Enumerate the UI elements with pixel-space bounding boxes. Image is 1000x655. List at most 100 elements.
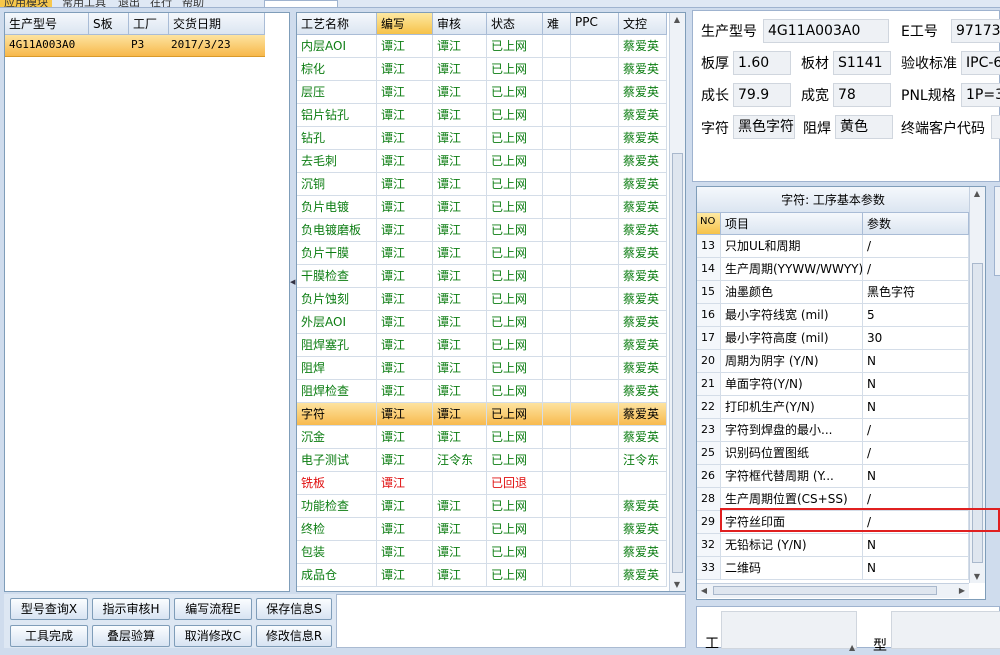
table-row[interactable]: 13 只加UL和周期 /: [697, 235, 969, 258]
pnl-field[interactable]: 1P=3: [961, 83, 1000, 107]
menu-help[interactable]: 帮助: [182, 0, 204, 7]
scroll-left-icon[interactable]: ◀: [697, 586, 711, 595]
char-field[interactable]: 黑色字符: [733, 115, 795, 139]
table-row[interactable]: 成品仓 谭江 谭江 已上网 蔡爱英: [297, 564, 667, 587]
menu-app-modules[interactable]: 应用模块: [0, 0, 52, 7]
highlight-box: [720, 508, 1000, 532]
col-ppc[interactable]: PPC: [571, 13, 619, 35]
scroll-down-icon[interactable]: ▼: [670, 580, 684, 589]
table-row[interactable]: 32 无铅标记 (Y/N) N: [697, 534, 969, 557]
table-row[interactable]: 终检 谭江 谭江 已上网 蔡爱英: [297, 518, 667, 541]
cell-diff: [543, 81, 571, 104]
col-difficulty[interactable]: 难: [543, 13, 571, 35]
table-row[interactable]: 沉铜 谭江 谭江 已上网 蔡爱英: [297, 173, 667, 196]
bottom-scroll-icon[interactable]: ▲: [849, 643, 859, 652]
menu-exit[interactable]: 退出: [118, 0, 140, 7]
col-item[interactable]: 项目: [721, 213, 863, 235]
table-row[interactable]: 17 最小字符高度 (mil) 30: [697, 327, 969, 350]
col-status[interactable]: 状态: [487, 13, 543, 35]
cell-ppc: [571, 81, 619, 104]
col-no[interactable]: NO: [697, 213, 721, 235]
table-row[interactable]: 负电镀磨板 谭江 谭江 已上网 蔡爱英: [297, 219, 667, 242]
table-row[interactable]: 25 识别码位置图纸 /: [697, 442, 969, 465]
cell-reviewer: 谭江: [433, 196, 487, 219]
table-row[interactable]: 阻焊 谭江 谭江 已上网 蔡爱英: [297, 357, 667, 380]
table-row[interactable]: 外层AOI 谭江 谭江 已上网 蔡爱英: [297, 311, 667, 334]
table-row[interactable]: 棕化 谭江 谭江 已上网 蔡爱英: [297, 58, 667, 81]
cell-doc: 蔡爱英: [619, 564, 667, 587]
table-row[interactable]: 14 生产周期(YYWW/WWYY) /: [697, 258, 969, 281]
col-delivery-date[interactable]: 交货日期: [169, 13, 265, 35]
eno-field[interactable]: 971739: [951, 19, 1000, 43]
col-s-board[interactable]: S板: [89, 13, 129, 35]
table-row[interactable]: 22 打印机生产(Y/N) N: [697, 396, 969, 419]
stack-check-button[interactable]: 叠层验算: [92, 625, 170, 647]
table-row[interactable]: 26 字符框代替周期 (Y... N: [697, 465, 969, 488]
cancel-edit-button[interactable]: 取消修改C: [174, 625, 252, 647]
table-row[interactable]: 电子测试 谭江 汪令东 已上网 汪令东: [297, 449, 667, 472]
edit-info-button[interactable]: 修改信息R: [256, 625, 332, 647]
table-row[interactable]: 23 字符到焊盘的最小... /: [697, 419, 969, 442]
table-row[interactable]: 4G11A003A0 P3 2017/3/23: [5, 35, 265, 57]
scroll-right-icon[interactable]: ▶: [955, 586, 969, 595]
table-row[interactable]: 内层AOI 谭江 谭江 已上网 蔡爱英: [297, 35, 667, 58]
params-hscroll-thumb[interactable]: [713, 586, 937, 595]
table-row[interactable]: 阻焊检查 谭江 谭江 已上网 蔡爱英: [297, 380, 667, 403]
process-scrollbar[interactable]: ▲ ▼: [669, 13, 685, 591]
table-row[interactable]: 阻焊塞孔 谭江 谭江 已上网 蔡爱英: [297, 334, 667, 357]
width-field[interactable]: 78: [833, 83, 891, 107]
table-row[interactable]: 负片电镀 谭江 谭江 已上网 蔡爱英: [297, 196, 667, 219]
table-row[interactable]: 20 周期为阴字 (Y/N) N: [697, 350, 969, 373]
write-flow-button[interactable]: 编写流程E: [174, 598, 252, 620]
tool-done-button[interactable]: 工具完成: [10, 625, 88, 647]
menu-online[interactable]: 在行: [150, 0, 172, 7]
bottom-field-2[interactable]: [891, 611, 1000, 649]
table-row[interactable]: 16 最小字符线宽 (mil) 5: [697, 304, 969, 327]
splitter-left[interactable]: ◀: [290, 12, 295, 592]
param-no: 29: [697, 511, 721, 534]
col-reviewer[interactable]: 审核: [433, 13, 487, 35]
table-row[interactable]: 负片蚀刻 谭江 谭江 已上网 蔡爱英: [297, 288, 667, 311]
table-row[interactable]: 包装 谭江 谭江 已上网 蔡爱英: [297, 541, 667, 564]
params-scroll-up-icon[interactable]: ▲: [970, 189, 984, 198]
table-row[interactable]: 沉金 谭江 谭江 已上网 蔡爱英: [297, 426, 667, 449]
params-scroll-down-icon[interactable]: ▼: [970, 572, 984, 581]
table-row[interactable]: 15 油墨颜色 黑色字符: [697, 281, 969, 304]
table-row[interactable]: 33 二维码 N: [697, 557, 969, 580]
col-model[interactable]: 生产型号: [5, 13, 89, 35]
scroll-up-icon[interactable]: ▲: [670, 15, 684, 24]
table-row[interactable]: 功能检查 谭江 谭江 已上网 蔡爱英: [297, 495, 667, 518]
col-writer[interactable]: 编写: [377, 13, 433, 35]
mask-field[interactable]: 黄色: [835, 115, 893, 139]
cell-name: 层压: [297, 81, 377, 104]
thickness-field[interactable]: 1.60: [733, 51, 791, 75]
table-row[interactable]: 层压 谭江 谭江 已上网 蔡爱英: [297, 81, 667, 104]
save-info-button[interactable]: 保存信息S: [256, 598, 332, 620]
table-row[interactable]: 字符 谭江 谭江 已上网 蔡爱英: [297, 403, 667, 426]
col-doc-control[interactable]: 文控: [619, 13, 667, 35]
params-hscrollbar[interactable]: ◀ ▶: [697, 583, 969, 598]
material-field[interactable]: S1141: [833, 51, 891, 75]
col-factory[interactable]: 工厂: [129, 13, 169, 35]
menubar-search-box[interactable]: [264, 0, 338, 7]
table-row[interactable]: 铣板 谭江 已回退: [297, 472, 667, 495]
col-process-name[interactable]: 工艺名称: [297, 13, 377, 35]
standard-field[interactable]: IPC-6: [961, 51, 1000, 75]
model-query-button[interactable]: 型号查询X: [10, 598, 88, 620]
cell-writer: 谭江: [377, 518, 433, 541]
table-row[interactable]: 干膜检查 谭江 谭江 已上网 蔡爱英: [297, 265, 667, 288]
model-field[interactable]: 4G11A003A0: [763, 19, 889, 43]
table-row[interactable]: 负片干膜 谭江 谭江 已上网 蔡爱英: [297, 242, 667, 265]
cell-doc: 蔡爱英: [619, 150, 667, 173]
table-row[interactable]: 去毛刺 谭江 谭江 已上网 蔡爱英: [297, 150, 667, 173]
process-scroll-thumb[interactable]: [672, 153, 683, 573]
menu-tools[interactable]: 常用工具: [62, 0, 106, 7]
table-row[interactable]: 钻孔 谭江 谭江 已上网 蔡爱英: [297, 127, 667, 150]
table-row[interactable]: 铝片钻孔 谭江 谭江 已上网 蔡爱英: [297, 104, 667, 127]
table-row[interactable]: 21 单面字符(Y/N) N: [697, 373, 969, 396]
review-button[interactable]: 指示审核H: [92, 598, 170, 620]
length-field[interactable]: 79.9: [733, 83, 791, 107]
customer-field[interactable]: [991, 115, 1000, 139]
bottom-field-1[interactable]: [721, 611, 857, 649]
col-param[interactable]: 参数: [863, 213, 969, 235]
